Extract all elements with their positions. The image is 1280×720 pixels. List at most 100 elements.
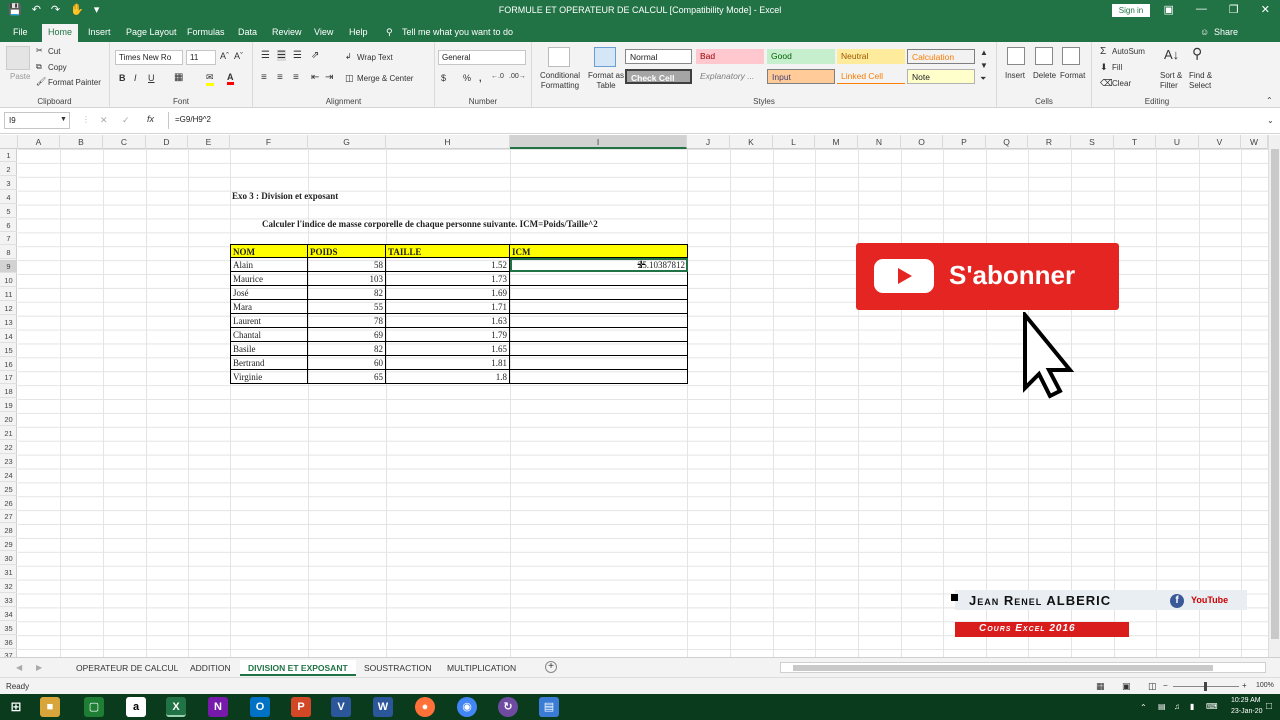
row-header[interactable]: 24 bbox=[0, 469, 17, 482]
tab-formulas[interactable]: Formulas bbox=[187, 27, 225, 37]
format-cells-button[interactable]: Format bbox=[1060, 71, 1085, 80]
subscribe-banner[interactable]: S'abonner bbox=[856, 243, 1119, 310]
delete-cells-button[interactable]: Delete bbox=[1033, 71, 1056, 80]
style-input[interactable]: Input bbox=[767, 69, 835, 84]
sheet-tab-division[interactable]: DIVISION ET EXPOSANT bbox=[240, 660, 356, 676]
table-cell[interactable]: 55 bbox=[308, 300, 386, 314]
style-bad[interactable]: Bad bbox=[696, 49, 764, 64]
zoom-out-icon[interactable]: − bbox=[1163, 681, 1168, 690]
col-header-i[interactable]: I bbox=[510, 135, 687, 149]
row-header[interactable]: 5 bbox=[0, 205, 17, 218]
tray-chevron-icon[interactable]: ⌃ bbox=[1140, 703, 1147, 712]
align-center-icon[interactable]: ≡ bbox=[277, 72, 283, 83]
clock-time[interactable]: 10:29 AM bbox=[1231, 697, 1261, 704]
visio-icon[interactable]: V bbox=[331, 697, 351, 717]
font-color-icon[interactable]: A bbox=[227, 72, 234, 85]
row-header[interactable]: 35 bbox=[0, 622, 17, 635]
delete-cells-icon[interactable] bbox=[1035, 47, 1053, 65]
tab-home[interactable]: Home bbox=[42, 24, 79, 42]
decrease-font-icon[interactable]: Aˇ bbox=[234, 51, 243, 61]
cut-button[interactable]: Cut bbox=[48, 47, 60, 56]
col-header-u[interactable]: U bbox=[1156, 135, 1199, 149]
align-middle-icon[interactable]: ☰ bbox=[277, 50, 286, 61]
sign-in-button[interactable]: Sign in bbox=[1112, 4, 1150, 17]
style-neutral[interactable]: Neutral bbox=[837, 49, 905, 64]
notifications-icon[interactable]: □ bbox=[1266, 701, 1272, 712]
select-all-corner[interactable] bbox=[0, 135, 18, 149]
row-header[interactable]: 12 bbox=[0, 302, 17, 315]
style-note[interactable]: Note bbox=[907, 69, 975, 84]
table-cell[interactable] bbox=[510, 272, 688, 286]
table-cell[interactable]: Virginie bbox=[230, 370, 308, 384]
table-cell[interactable]: 1.73 bbox=[386, 272, 510, 286]
vertical-scroll-thumb[interactable] bbox=[1271, 149, 1279, 639]
increase-decimal-icon[interactable]: ←.0 bbox=[491, 73, 504, 80]
align-top-icon[interactable]: ☰ bbox=[261, 50, 270, 61]
name-box-dropdown-icon[interactable]: ▼ bbox=[60, 116, 67, 123]
orientation-icon[interactable]: ⇗ bbox=[311, 50, 319, 61]
battery-icon[interactable]: ▮ bbox=[1190, 702, 1194, 711]
row-header[interactable]: 15 bbox=[0, 344, 17, 357]
col-header-k[interactable]: K bbox=[730, 135, 773, 149]
borders-icon[interactable]: ▦ bbox=[174, 72, 183, 83]
row-header[interactable]: 29 bbox=[0, 538, 17, 552]
table-cell[interactable]: Mara bbox=[230, 300, 308, 314]
copy-button[interactable]: Copy bbox=[48, 63, 67, 72]
normal-view-icon[interactable]: ▦ bbox=[1096, 681, 1105, 692]
store-icon[interactable]: ▢ bbox=[84, 697, 104, 717]
row-header[interactable]: 16 bbox=[0, 358, 17, 371]
table-header-cell[interactable]: POIDS bbox=[308, 244, 386, 258]
table-cell[interactable]: 78 bbox=[308, 314, 386, 328]
row-header[interactable]: 11 bbox=[0, 288, 17, 301]
chrome-icon[interactable]: ◉ bbox=[457, 697, 477, 717]
row-header[interactable]: 31 bbox=[0, 566, 17, 579]
col-header-a[interactable]: A bbox=[18, 135, 60, 149]
row-header[interactable]: 14 bbox=[0, 330, 17, 343]
sheet-tab-operateur[interactable]: OPERATEUR DE CALCUL bbox=[68, 660, 186, 676]
row-header[interactable]: 1 bbox=[0, 149, 17, 162]
table-cell[interactable]: 82 bbox=[308, 342, 386, 356]
table-cell[interactable] bbox=[510, 300, 688, 314]
table-cell[interactable]: 69 bbox=[308, 328, 386, 342]
table-cell[interactable]: 82 bbox=[308, 286, 386, 300]
table-cell[interactable]: Chantal bbox=[230, 328, 308, 342]
number-format-select[interactable]: General bbox=[438, 50, 526, 65]
share-button[interactable]: Share bbox=[1214, 27, 1238, 37]
style-normal[interactable]: Normal bbox=[625, 49, 692, 64]
file-explorer-icon[interactable]: ■ bbox=[40, 697, 60, 717]
row-header[interactable]: 20 bbox=[0, 413, 17, 427]
col-header-n[interactable]: N bbox=[858, 135, 901, 149]
table-cell[interactable]: 58 bbox=[308, 258, 386, 272]
decrease-indent-icon[interactable]: ⇤ bbox=[311, 72, 319, 83]
row-header[interactable]: 4 bbox=[0, 191, 17, 204]
col-header-p[interactable]: P bbox=[943, 135, 986, 149]
autosum-button[interactable]: AutoSum bbox=[1112, 47, 1145, 56]
col-header-m[interactable]: M bbox=[815, 135, 858, 149]
row-header[interactable]: 7 bbox=[0, 232, 17, 246]
page-break-view-icon[interactable]: ◫ bbox=[1148, 681, 1157, 692]
tab-page-layout[interactable]: Page Layout bbox=[126, 27, 177, 37]
italic-icon[interactable]: I bbox=[134, 73, 137, 83]
col-header-t[interactable]: T bbox=[1114, 135, 1156, 149]
col-header-b[interactable]: B bbox=[60, 135, 103, 149]
add-sheet-icon[interactable]: + bbox=[545, 661, 557, 673]
tab-review[interactable]: Review bbox=[272, 27, 302, 37]
paste-button[interactable]: Paste bbox=[10, 72, 30, 81]
row-header[interactable]: 2 bbox=[0, 163, 17, 176]
formula-input[interactable]: =G9/H9^2 bbox=[168, 112, 1276, 129]
prev-sheet-icon[interactable]: ◀ bbox=[16, 663, 22, 672]
table-cell[interactable] bbox=[510, 356, 688, 370]
horizontal-scrollbar[interactable] bbox=[780, 662, 1266, 673]
fill-color-icon[interactable]: ✉ bbox=[206, 72, 214, 86]
table-header-cell[interactable]: TAILLE bbox=[386, 244, 510, 258]
minimize-icon[interactable]: — bbox=[1196, 3, 1207, 16]
styles-more-icon[interactable]: ⏷ bbox=[980, 74, 986, 84]
row-header[interactable]: 21 bbox=[0, 427, 17, 440]
format-painter-button[interactable]: Format Painter bbox=[48, 78, 101, 87]
windows-start-icon[interactable]: ⊞ bbox=[6, 697, 26, 717]
tab-file[interactable]: File bbox=[13, 27, 28, 37]
display-app-icon[interactable]: ▤ bbox=[539, 697, 559, 717]
tab-data[interactable]: Data bbox=[238, 27, 257, 37]
excel-taskbar-icon[interactable]: X bbox=[166, 697, 186, 717]
powerpoint-icon[interactable]: P bbox=[291, 697, 311, 717]
